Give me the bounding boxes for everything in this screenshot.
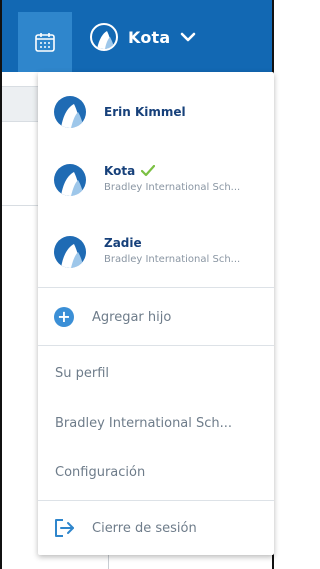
menu-divider — [38, 287, 274, 288]
current-child-avatar — [90, 23, 118, 51]
child-school: Bradley International Sch... — [104, 254, 241, 265]
menu-item-child-erin[interactable]: Erin Kimmel — [38, 92, 274, 132]
child-switcher[interactable]: Kota — [90, 22, 196, 52]
calendar-button[interactable] — [18, 12, 72, 72]
top-bar: Kota — [2, 0, 272, 72]
menu-item-settings[interactable]: Configuración — [55, 465, 145, 480]
child-name: Zadie — [104, 236, 142, 250]
child-avatar — [54, 96, 86, 128]
menu-item-school[interactable]: Bradley International Sch... — [55, 416, 232, 431]
checkmark-icon — [141, 165, 156, 177]
menu-item-child-kota[interactable]: Kota Bradley International Sch... — [38, 156, 274, 204]
logout-button[interactable]: Cierre de sesión — [38, 512, 274, 546]
add-child-button[interactable]: + Agregar hijo — [38, 300, 274, 334]
current-child-name: Kota — [128, 27, 171, 47]
background-divider — [108, 555, 109, 569]
child-switcher-menu: Erin Kimmel Kota Bradley International S… — [38, 72, 274, 555]
menu-item-profile[interactable]: Su perfil — [55, 366, 109, 381]
child-name: Erin Kimmel — [104, 105, 186, 119]
child-school: Bradley International Sch... — [104, 182, 241, 193]
logout-icon — [55, 519, 74, 537]
child-avatar — [54, 164, 86, 196]
chevron-down-icon — [181, 32, 196, 42]
plus-icon: + — [54, 307, 74, 327]
menu-divider — [38, 345, 274, 346]
child-name: Kota — [104, 164, 136, 178]
add-child-label: Agregar hijo — [92, 309, 172, 325]
background-divider — [2, 205, 38, 206]
background-row — [2, 86, 38, 122]
child-avatar — [54, 236, 86, 268]
logout-label: Cierre de sesión — [92, 521, 197, 536]
menu-item-child-zadie[interactable]: Zadie Bradley International Sch... — [38, 228, 274, 276]
menu-divider — [38, 500, 274, 501]
calendar-icon — [35, 33, 55, 52]
background-page — [2, 72, 38, 569]
